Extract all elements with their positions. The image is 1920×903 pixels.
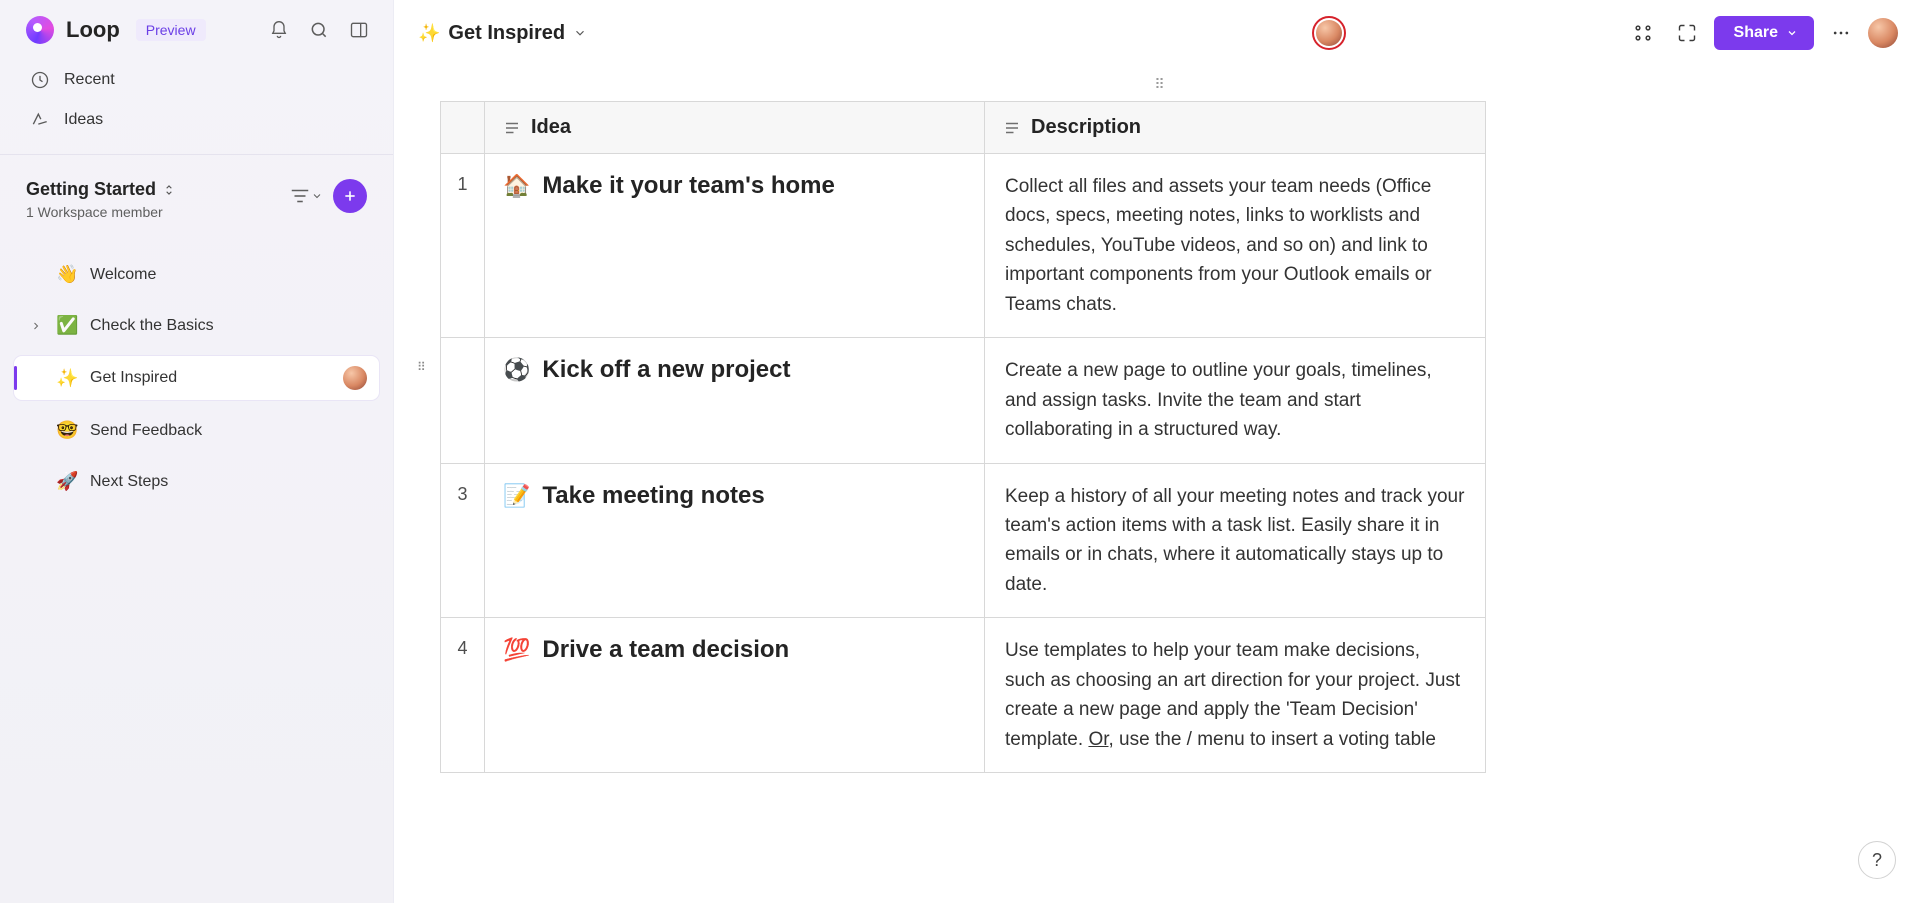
table-header-number[interactable] [441, 102, 485, 154]
rocket-icon: 🚀 [56, 471, 78, 492]
sparkles-icon: ✨ [56, 368, 78, 389]
component-icon[interactable] [1670, 16, 1704, 50]
sidebar-header: Loop Preview [0, 0, 393, 60]
description-cell[interactable]: Keep a history of all your meeting notes… [985, 463, 1486, 618]
sidebar-divider [0, 154, 393, 155]
tree-item-label: Check the Basics [90, 317, 214, 335]
account-avatar[interactable] [1868, 18, 1898, 48]
row-drag-handle[interactable]: ⠿ [417, 360, 426, 374]
collapse-sidebar-icon[interactable] [343, 14, 375, 46]
chevron-right-icon[interactable] [28, 320, 44, 332]
page-breadcrumb[interactable]: ✨ Get Inspired [418, 22, 587, 45]
avatar [1316, 20, 1342, 46]
column-label: Description [1031, 116, 1141, 139]
table-header-idea[interactable]: Idea [485, 102, 985, 154]
nav-recent-label: Recent [64, 71, 115, 89]
description-text-suffix: use the / menu to insert a voting table [1114, 729, 1436, 750]
row-number: 1 [441, 154, 485, 338]
more-icon[interactable] [1824, 16, 1858, 50]
preview-badge: Preview [136, 19, 206, 41]
idea-cell[interactable]: 💯 Drive a team decision [485, 618, 985, 773]
table-row[interactable]: 3 📝 Take meeting notes Keep a history of … [441, 463, 1486, 618]
text-column-icon [1003, 119, 1021, 137]
workspace-subtitle: 1 Workspace member [26, 204, 281, 220]
house-icon: 🏠 [503, 173, 530, 198]
check-icon: ✅ [56, 315, 78, 336]
description-cell[interactable]: Create a new page to outline your goals,… [985, 338, 1486, 463]
table-header-description[interactable]: Description [985, 102, 1486, 154]
tree-item-send-feedback[interactable]: 🤓 Send Feedback [14, 410, 379, 451]
workspace-header: Getting Started 1 Workspace member [0, 179, 393, 220]
description-link[interactable]: Or, [1088, 729, 1113, 750]
tree-item-label: Get Inspired [90, 369, 177, 387]
workspace-title[interactable]: Getting Started [26, 179, 281, 200]
idea-text: Make it your team's home [542, 172, 834, 199]
chevron-down-icon [311, 190, 323, 202]
tree-item-get-inspired[interactable]: ✨ Get Inspired [14, 356, 379, 400]
hundred-icon: 💯 [503, 637, 530, 662]
description-cell[interactable]: Use templates to help your team make dec… [985, 618, 1486, 773]
main-area: ✨ Get Inspired Share [394, 0, 1920, 903]
description-text: Collect all files and assets your team n… [1005, 176, 1432, 315]
share-button-label: Share [1734, 24, 1778, 42]
presence-avatar [343, 366, 367, 390]
idea-cell[interactable]: ⚽ Kick off a new project [485, 338, 985, 463]
idea-text: Take meeting notes [542, 482, 764, 509]
description-cell[interactable]: Collect all files and assets your team n… [985, 154, 1486, 338]
tree-item-next-steps[interactable]: 🚀 Next Steps [14, 461, 379, 502]
page-title: Get Inspired [448, 22, 565, 45]
idea-cell[interactable]: 🏠 Make it your team's home [485, 154, 985, 338]
tree-item-label: Send Feedback [90, 422, 202, 440]
workspace-title-label: Getting Started [26, 179, 156, 200]
tree-item-welcome[interactable]: 👋 Welcome [14, 254, 379, 295]
tree-item-label: Welcome [90, 266, 156, 284]
tree-item-label: Next Steps [90, 473, 168, 491]
search-icon[interactable] [303, 14, 335, 46]
expand-collapse-icon [162, 183, 176, 197]
row-number: 3 [441, 463, 485, 618]
row-number: ⠿ [441, 338, 485, 463]
chevron-down-icon [1786, 27, 1798, 39]
sparkles-icon: ✨ [418, 23, 440, 44]
page-content: ⠿ Idea [394, 66, 1920, 903]
sidebar-primary-nav: Recent Ideas [0, 60, 393, 140]
column-label: Idea [531, 116, 571, 139]
idea-text: Kick off a new project [542, 356, 790, 383]
brand-name: Loop [66, 17, 120, 43]
ideas-table: Idea Description [440, 101, 1486, 773]
notifications-icon[interactable] [263, 14, 295, 46]
memo-icon: 📝 [503, 483, 530, 508]
share-button[interactable]: Share [1714, 16, 1814, 50]
help-button[interactable]: ? [1858, 841, 1896, 879]
tree-item-check-basics[interactable]: ✅ Check the Basics [14, 305, 379, 346]
page-tree: 👋 Welcome ✅ Check the Basics ✨ Get Inspi… [0, 220, 393, 502]
text-column-icon [503, 119, 521, 137]
description-text: Create a new page to outline your goals,… [1005, 360, 1432, 440]
block-drag-handle[interactable]: ⠿ [440, 76, 1880, 93]
description-text: Keep a history of all your meeting notes… [1005, 486, 1464, 595]
active-collaborator-avatar[interactable] [1312, 16, 1346, 50]
idea-text: Drive a team decision [542, 636, 789, 663]
wave-icon: 👋 [56, 264, 78, 285]
add-page-button[interactable] [333, 179, 367, 213]
row-number: 4 [441, 618, 485, 773]
loop-logo-icon [26, 16, 54, 44]
sort-menu[interactable] [289, 185, 323, 207]
table-row[interactable]: 1 🏠 Make it your team's home Collect all … [441, 154, 1486, 338]
soccer-icon: ⚽ [503, 357, 530, 382]
sidebar: Loop Preview Recent Ideas [0, 0, 394, 903]
apps-icon[interactable] [1626, 16, 1660, 50]
nav-recent[interactable]: Recent [10, 60, 383, 100]
help-label: ? [1872, 850, 1882, 871]
nerd-icon: 🤓 [56, 420, 78, 441]
table-row[interactable]: ⠿ ⚽ Kick off a new project Create a new p… [441, 338, 1486, 463]
chevron-down-icon [573, 26, 587, 40]
table-row[interactable]: 4 💯 Drive a team decision Use templates t… [441, 618, 1486, 773]
nav-ideas-label: Ideas [64, 111, 103, 129]
idea-cell[interactable]: 📝 Take meeting notes [485, 463, 985, 618]
nav-ideas[interactable]: Ideas [10, 100, 383, 140]
topbar: ✨ Get Inspired Share [394, 0, 1920, 66]
